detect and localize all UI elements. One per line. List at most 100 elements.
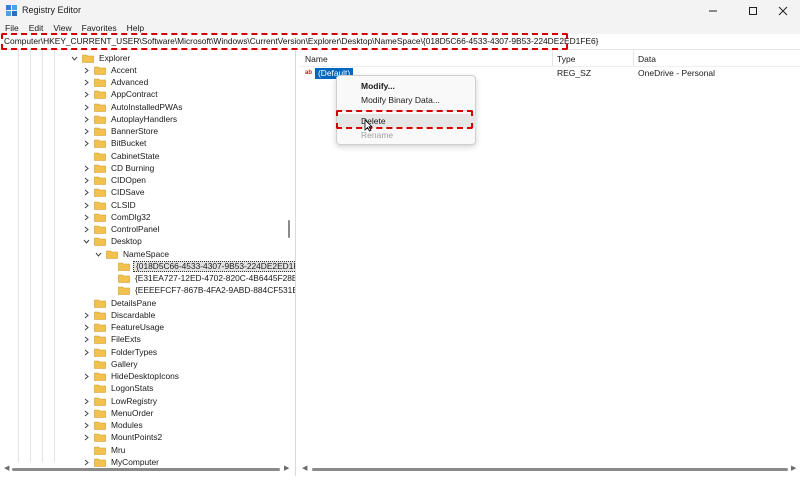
chevron-right-icon[interactable] [82,324,90,332]
maximize-button[interactable] [736,0,770,22]
tree-item[interactable]: MyComputer [82,456,161,468]
tree-item[interactable]: CD Burning [82,162,156,174]
column-header-name[interactable]: Name [305,54,328,64]
tree-item-label: Modules [111,420,143,430]
tree-item[interactable]: Desktop [82,236,144,248]
chevron-down-icon[interactable] [82,238,90,246]
chevron-right-icon[interactable] [82,422,90,430]
key-tree-pane[interactable]: Explorer Accent Advanced AppContract AutoIns… [0,50,296,476]
tree-item-label: Advanced [111,77,149,87]
minimize-button[interactable] [696,0,730,22]
column-divider[interactable] [552,50,553,66]
chevron-right-icon[interactable] [82,348,90,356]
tree-guide-line [30,50,31,462]
menu-item-modify-binary[interactable]: Modify Binary Data... [337,93,477,107]
tree-item[interactable]: Mru [82,444,127,456]
folder-icon [118,286,130,296]
tree-item[interactable]: BannerStore [82,126,160,138]
tree-item[interactable]: BitBucket [82,138,148,150]
tree-item[interactable]: FeatureUsage [82,322,166,334]
tree-item[interactable]: Modules [82,420,145,432]
tree-item[interactable]: {E31EA727-12ED-4702-820C-4B6445F28E1A} [106,273,295,285]
tree-item[interactable]: Accent [82,64,139,76]
chevron-right-icon[interactable] [82,140,90,148]
tree-item[interactable]: AppContract [82,89,160,101]
tree-item[interactable]: NameSpace [94,248,171,260]
tree-horizontal-scrollbar[interactable] [12,468,280,471]
tree-item[interactable]: MenuOrder [82,407,155,419]
scroll-left-icon[interactable]: ◀ [302,464,307,472]
tree-item-label: Explorer [99,52,131,63]
tree-item[interactable]: HideDesktopIcons [82,371,181,383]
chevron-right-icon[interactable] [82,409,90,417]
window-title: Registry Editor [22,5,82,15]
tree-item-label: Desktop [111,236,142,247]
tree-item-label: HideDesktopIcons [111,371,179,381]
tree-item-label: ComDlg32 [111,211,151,222]
tree-item[interactable]: ControlPanel [82,224,161,236]
folder-icon [94,139,106,149]
chevron-right-icon[interactable] [82,91,90,99]
folder-icon [94,66,106,75]
chevron-right-icon[interactable] [82,189,90,197]
chevron-right-icon[interactable] [82,79,90,87]
tree-item[interactable]: Advanced [82,77,150,89]
column-divider[interactable] [633,50,634,66]
tree-item[interactable]: DetailsPane [82,297,158,309]
chevron-right-icon[interactable] [82,213,90,221]
tree-vertical-scrollbar[interactable] [288,220,290,238]
chevron-right-icon[interactable] [82,128,90,136]
tree-item[interactable]: Explorer [70,52,132,64]
tree-item[interactable]: CLSID [82,199,138,211]
tree-item[interactable]: Gallery [82,358,140,370]
chevron-right-icon[interactable] [82,373,90,381]
close-button[interactable] [766,0,800,22]
tree-item[interactable]: ComDlg32 [82,211,153,223]
column-header-data[interactable]: Data [638,54,656,64]
chevron-right-icon[interactable] [82,336,90,344]
tree-item[interactable]: MountPoints2 [82,432,164,444]
chevron-right-icon[interactable] [82,397,90,405]
tree-item[interactable]: FolderTypes [82,346,159,358]
chevron-right-icon[interactable] [82,226,90,234]
tree-item[interactable]: {EEEEFCF7-867B-4FA2-9ABD-884CF531B602} [106,285,295,297]
chevron-right-icon[interactable] [82,434,90,442]
tree-item[interactable]: FileExts [82,334,143,346]
folder-icon [106,250,118,259]
chevron-right-icon[interactable] [82,201,90,209]
chevron-right-icon[interactable] [82,458,90,466]
tree-item[interactable]: AutoInstalledPWAs [82,101,184,113]
chevron-right-icon[interactable] [82,66,90,74]
tree-item[interactable]: AutoplayHandlers [82,113,179,125]
chevron-right-icon[interactable] [82,164,90,172]
scroll-right-icon[interactable]: ▶ [791,464,796,472]
folder-icon [94,397,106,406]
menu-item-modify[interactable]: Modify... [337,79,477,93]
tree-item-label: NameSpace [123,248,170,259]
scroll-right-icon[interactable]: ▶ [284,464,289,472]
chevron-right-icon[interactable] [82,115,90,123]
folder-icon [94,201,106,210]
folder-icon [94,90,106,100]
scroll-left-icon[interactable]: ◀ [4,464,9,472]
tree-item[interactable]: CIDOpen [82,175,148,187]
tree-item[interactable]: {018D5C66-4533-4307-9B53-224DE2ED1FE6} [106,260,295,272]
tree-item[interactable]: CabinetState [82,150,161,162]
chevron-down-icon[interactable] [94,250,102,258]
chevron-right-icon[interactable] [82,311,90,319]
tree-item[interactable]: Discardable [82,309,157,321]
folder-icon [94,311,106,320]
tree-item-label: FolderTypes [111,346,158,357]
value-type: REG_SZ [557,68,592,78]
chevron-down-icon[interactable] [70,54,78,62]
chevron-right-icon[interactable] [82,177,90,185]
column-header-type[interactable]: Type [557,54,575,64]
tree-item-label: DetailsPane [111,297,157,308]
chevron-right-icon[interactable] [82,103,90,111]
values-horizontal-scrollbar[interactable] [312,468,788,471]
tree-item-label: AutoplayHandlers [111,113,178,124]
tree-item[interactable]: LogonStats [82,383,155,395]
tree-item[interactable]: CIDSave [82,187,147,199]
tree-item[interactable]: LowRegistry [82,395,159,407]
